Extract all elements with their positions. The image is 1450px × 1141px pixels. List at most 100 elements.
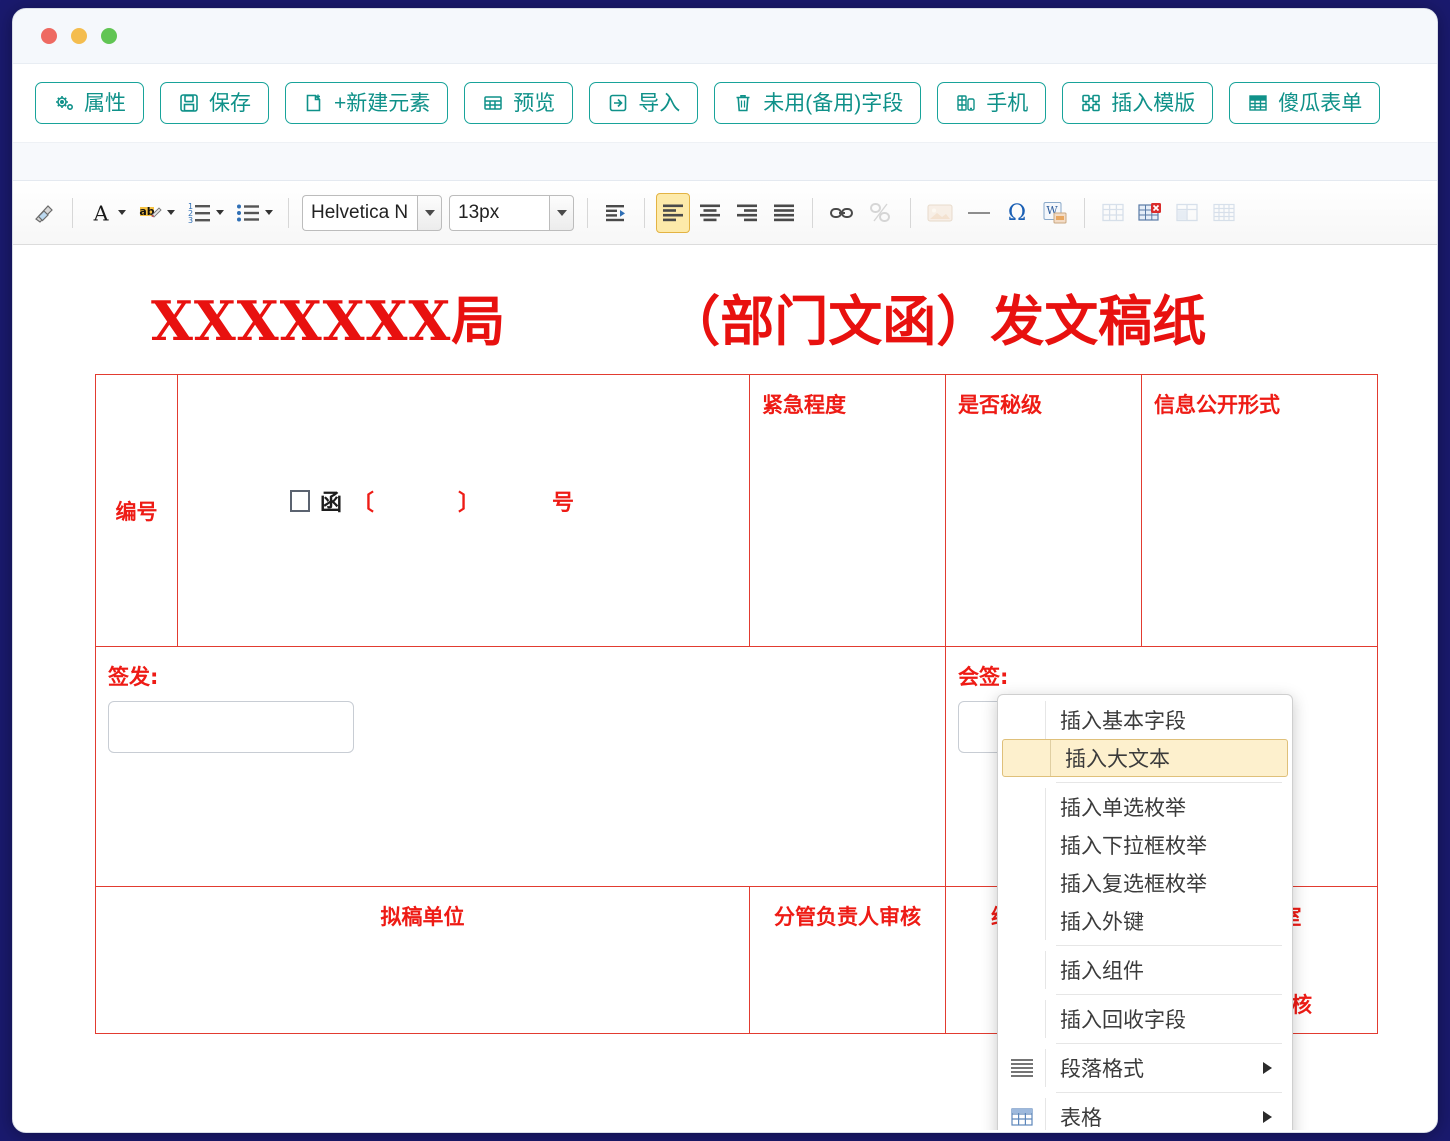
save-icon — [178, 92, 200, 114]
menu-item-insert-dropdown-enum[interactable]: 插入下拉框枚举 — [998, 826, 1292, 864]
numbered-list-chevron-down-icon[interactable] — [216, 210, 224, 215]
menu-item-insert-checkbox-enum[interactable]: 插入复选框枚举 — [998, 864, 1292, 902]
menu-item-insert-basic-field[interactable]: 插入基本字段 — [998, 701, 1292, 739]
document-title-right: （部门文函）发文稿纸 — [666, 289, 1207, 353]
close-window-button[interactable] — [41, 28, 57, 44]
editor-format-toolbar: A ab 1 2 3 Helvetica N 13px Ω W — [13, 181, 1437, 245]
cell-disclosure-form[interactable]: 信息公开形式 — [1141, 374, 1378, 647]
unlink-icon[interactable] — [863, 193, 899, 233]
menu-item-label: 插入大文本 — [1065, 747, 1170, 771]
align-center-icon[interactable] — [693, 193, 727, 233]
cell-drafting-unit[interactable]: 拟稿单位 — [95, 886, 750, 1034]
window-titlebar — [13, 9, 1437, 64]
menu-item-insert-large-text[interactable]: 插入大文本 — [1002, 739, 1288, 777]
toolbar-divider-shelf — [13, 143, 1437, 181]
cell-signoff[interactable]: 签发: — [95, 646, 946, 887]
toolbar-separator-6 — [910, 197, 911, 228]
toolbar-separator-2 — [288, 197, 289, 228]
save-button[interactable]: 保存 — [160, 82, 269, 124]
table-props-icon[interactable] — [1207, 193, 1241, 233]
indent-icon[interactable] — [599, 193, 633, 233]
maximize-window-button[interactable] — [101, 28, 117, 44]
table-icon — [998, 1098, 1046, 1130]
font-family-chevron-down-icon[interactable] — [417, 194, 442, 231]
cell-supervisor-review[interactable]: 分管负责人审核 — [749, 886, 946, 1034]
eraser-icon[interactable] — [27, 193, 61, 233]
mobile-button-label: 手机 — [986, 91, 1029, 115]
preview-icon — [482, 92, 504, 114]
signoff-label: 签发: — [108, 665, 159, 689]
signoff-input[interactable] — [108, 701, 354, 753]
bullet-list-icon[interactable] — [231, 193, 277, 233]
align-left-icon[interactable] — [656, 192, 690, 233]
import-icon — [607, 92, 629, 114]
menu-separator — [1056, 782, 1282, 783]
editor-context-menu[interactable]: 插入基本字段 插入大文本 插入单选枚举 插入下拉框枚举 插入复选框枚举 插入外键… — [997, 694, 1293, 1130]
properties-button[interactable]: 属性 — [35, 82, 144, 124]
menu-item-insert-radio-enum[interactable]: 插入单选枚举 — [998, 788, 1292, 826]
template-icon — [1080, 92, 1102, 114]
highlight-color-icon[interactable]: ab — [133, 193, 179, 233]
grid-table-icon — [1247, 92, 1269, 114]
font-size-value: 13px — [449, 194, 549, 231]
align-right-icon[interactable] — [730, 193, 764, 233]
mobile-icon — [955, 92, 977, 114]
minimize-window-button[interactable] — [71, 28, 87, 44]
font-size-chevron-down-icon[interactable] — [549, 194, 574, 231]
menu-item-label: 插入基本字段 — [1060, 709, 1186, 733]
document-number-bracket-close: 〕 — [458, 491, 481, 516]
menu-separator — [1056, 1043, 1282, 1044]
properties-button-label: 属性 — [84, 91, 126, 115]
bullet-list-chevron-down-icon[interactable] — [265, 210, 273, 215]
image-icon[interactable] — [922, 193, 958, 233]
font-family-value: Helvetica N — [302, 194, 417, 231]
menu-item-paragraph-format[interactable]: 段落格式 — [998, 1049, 1292, 1087]
import-button[interactable]: 导入 — [589, 82, 699, 124]
toolbar-separator-4 — [644, 197, 645, 228]
insert-template-button[interactable]: 插入模版 — [1062, 82, 1214, 124]
menu-item-insert-foreign-key[interactable]: 插入外键 — [998, 902, 1292, 940]
align-justify-icon[interactable] — [767, 193, 801, 233]
menu-item-insert-recycled-field[interactable]: 插入回收字段 — [998, 1000, 1292, 1038]
cell-secret-level[interactable]: 是否秘级 — [945, 374, 1142, 647]
menu-icon-placeholder — [998, 902, 1046, 940]
mobile-button[interactable]: 手机 — [937, 82, 1047, 124]
cell-document-number[interactable]: 函 〔 〕 号 — [177, 374, 750, 647]
menu-icon-placeholder — [998, 788, 1046, 826]
preview-button[interactable]: 预览 — [464, 82, 574, 124]
cell-urgency[interactable]: 紧急程度 — [749, 374, 946, 647]
document-number-checkbox[interactable] — [290, 490, 310, 512]
menu-item-table[interactable]: 表格 — [998, 1098, 1292, 1130]
delete-table-icon[interactable] — [1133, 193, 1167, 233]
link-icon[interactable] — [824, 193, 860, 233]
omega-special-char-icon[interactable]: Ω — [1000, 193, 1034, 233]
text-color-icon[interactable]: A — [84, 193, 130, 233]
paste-from-word-icon[interactable]: W — [1037, 193, 1073, 233]
menu-item-insert-component[interactable]: 插入组件 — [998, 951, 1292, 989]
toolbar-separator-5 — [812, 197, 813, 228]
menu-icon-placeholder — [998, 701, 1046, 739]
toolbar-separator-7 — [1084, 197, 1085, 228]
document-title: XXXXXXX局 （部门文函）发文稿纸 — [13, 245, 1437, 356]
menu-item-label: 插入下拉框枚举 — [1060, 834, 1207, 858]
svg-text:A: A — [93, 201, 110, 225]
menu-separator — [1056, 1092, 1282, 1093]
numbered-list-icon[interactable]: 1 2 3 — [182, 193, 228, 233]
action-toolbar: 属性 保存 +新建元素 预览 导入 未用(备用)字段 手机 插入模版 傻瓜表单 — [13, 64, 1437, 143]
highlight-color-chevron-down-icon[interactable] — [167, 210, 175, 215]
document-title-left: XXXXXXX局 — [151, 289, 507, 353]
font-family-select[interactable]: Helvetica N — [302, 194, 442, 231]
new-element-button[interactable]: +新建元素 — [285, 82, 449, 124]
merge-cells-icon[interactable] — [1170, 193, 1204, 233]
horizontal-rule-icon[interactable] — [961, 193, 997, 233]
document-canvas[interactable]: XXXXXXX局 （部门文函）发文稿纸 编号 函 〔 〕 号 紧急程度 是否秘级… — [13, 245, 1437, 1130]
submenu-arrow-icon — [1263, 1062, 1272, 1074]
simple-form-button[interactable]: 傻瓜表单 — [1229, 82, 1381, 124]
insert-table-icon[interactable] — [1096, 193, 1130, 233]
new-file-icon — [303, 92, 325, 114]
menu-icon-placeholder — [1003, 740, 1051, 776]
font-size-select[interactable]: 13px — [449, 194, 574, 231]
unused-fields-button[interactable]: 未用(备用)字段 — [714, 82, 922, 124]
menu-separator — [1056, 945, 1282, 946]
text-color-chevron-down-icon[interactable] — [118, 210, 126, 215]
